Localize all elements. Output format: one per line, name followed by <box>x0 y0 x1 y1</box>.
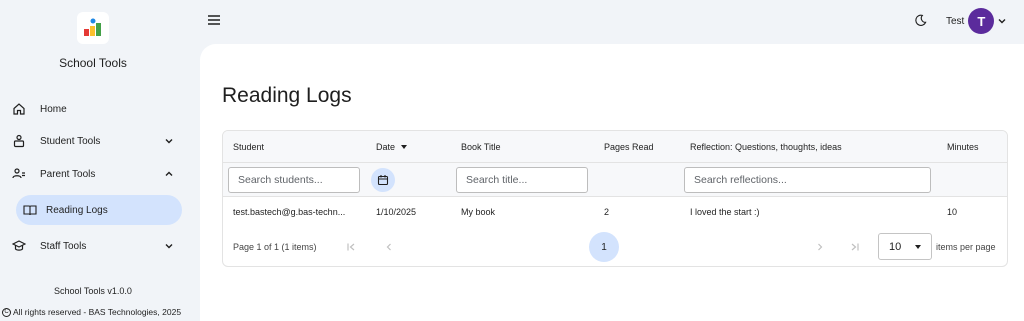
sidebar: School Tools Home Student Tools Parent T… <box>0 0 200 321</box>
parent-icon <box>10 165 28 183</box>
sort-desc-icon <box>401 145 408 149</box>
cell-student: test.bastech@g.bas-techn... <box>233 207 346 217</box>
chevron-down-icon <box>162 134 176 148</box>
pager-info: Page 1 of 1 (1 items) <box>233 242 317 252</box>
chevron-down-icon <box>162 239 176 253</box>
app-name: School Tools <box>59 56 127 70</box>
page-number-button[interactable]: 1 <box>589 232 619 262</box>
column-header-label: Date <box>376 142 396 152</box>
cell-book-title: My book <box>461 207 496 217</box>
first-page-icon[interactable] <box>343 239 359 255</box>
cell-minutes: 10 <box>947 207 958 217</box>
sidebar-item-reading-logs[interactable]: Reading Logs <box>16 195 182 225</box>
user-menu[interactable]: Test T <box>946 8 1008 34</box>
app-logo[interactable] <box>77 12 109 44</box>
calendar-icon[interactable] <box>371 168 395 192</box>
column-header-book-title[interactable]: Book Title <box>461 131 501 163</box>
page-size-value: 10 <box>889 240 902 253</box>
last-page-icon[interactable] <box>847 239 863 255</box>
reading-logs-table: Student Date Book Title Pages Read Refle… <box>222 130 1008 267</box>
sidebar-item-label: Student Tools <box>40 135 101 147</box>
dropdown-icon <box>915 245 921 249</box>
chevron-down-icon <box>996 15 1008 27</box>
page-size-select[interactable]: 10 <box>878 233 932 260</box>
reflection-search-input[interactable]: Search reflections... <box>684 167 931 193</box>
sidebar-item-label: Reading Logs <box>46 204 108 216</box>
sidebar-item-label: Parent Tools <box>40 168 96 180</box>
app-version: School Tools v1.0.0 <box>54 286 132 296</box>
avatar: T <box>968 8 995 34</box>
copyright-icon: C <box>2 307 11 317</box>
dark-mode-icon[interactable] <box>912 12 928 28</box>
sidebar-item-home[interactable]: Home <box>6 94 184 124</box>
filter-row: Search students... Search title... Searc… <box>223 163 1007 197</box>
student-icon <box>10 132 28 150</box>
copyright-text: C All rights reserved - BAS Technologies… <box>2 307 181 317</box>
column-header-student[interactable]: Student <box>233 131 264 163</box>
chevron-up-icon <box>162 167 176 181</box>
next-page-icon[interactable] <box>812 239 828 255</box>
main-content: Reading Logs Student Date Book Title Pag… <box>200 44 1024 321</box>
sidebar-item-label: Home <box>40 103 67 115</box>
sidebar-item-parent-tools[interactable]: Parent Tools <box>6 159 184 189</box>
page-size-label: items per page <box>936 242 996 252</box>
table-header: Student Date Book Title Pages Read Refle… <box>223 131 1007 163</box>
copyright-label: All rights reserved - BAS Technologies, … <box>13 307 182 317</box>
column-header-minutes[interactable]: Minutes <box>947 131 979 163</box>
school-icon <box>10 237 28 255</box>
cell-pages-read: 2 <box>604 207 610 217</box>
sidebar-item-student-tools[interactable]: Student Tools <box>6 126 184 156</box>
cell-reflection: I loved the start :) <box>690 207 760 217</box>
pager: Page 1 of 1 (1 items) 1 10 items per pag… <box>223 227 1007 266</box>
previous-page-icon[interactable] <box>381 239 397 255</box>
sidebar-item-staff-tools[interactable]: Staff Tools <box>6 231 184 261</box>
logo-icon <box>84 18 101 36</box>
column-header-pages-read[interactable]: Pages Read <box>604 131 654 163</box>
sidebar-item-label: Staff Tools <box>40 240 87 252</box>
book-icon <box>22 202 38 218</box>
column-header-reflection[interactable]: Reflection: Questions, thoughts, ideas <box>690 131 842 163</box>
column-header-date[interactable]: Date <box>376 131 408 163</box>
page-title: Reading Logs <box>222 84 352 107</box>
cell-date: 1/10/2025 <box>376 207 417 217</box>
home-icon <box>10 100 28 118</box>
title-search-input[interactable]: Search title... <box>456 167 588 193</box>
user-name: Test <box>946 15 965 27</box>
student-search-input[interactable]: Search students... <box>228 167 360 193</box>
menu-icon[interactable] <box>206 12 222 28</box>
